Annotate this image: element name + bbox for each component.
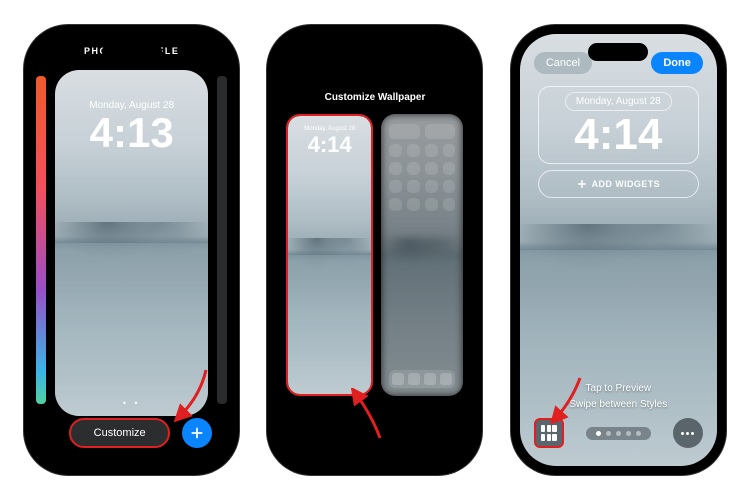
phone-mockup-3: Cancel Done Monday, August 28 4:14 ADD W… [511,25,726,475]
date-widget[interactable]: Monday, August 28 [565,92,672,111]
screen-2: Customize Wallpaper Monday, August 28 4:… [276,34,473,466]
lockscreen-time: 4:14 [288,134,371,156]
cancel-button[interactable]: Cancel [534,52,592,74]
time-widget[interactable]: 4:14 [547,113,690,157]
more-options-button[interactable] [673,418,703,448]
tap-to-preview-hint: Tap to Preview [520,383,717,394]
swipe-styles-hint: Swipe between Styles [520,399,717,410]
add-widgets-label: ADD WIDGETS [592,179,660,189]
customize-button[interactable]: Customize [69,418,170,448]
ellipsis-icon [681,432,694,435]
phone-mockup-2: Customize Wallpaper Monday, August 28 4:… [267,25,482,475]
lock-screen-panel[interactable]: Monday, August 28 4:14 Lock Screen [286,114,373,396]
clock-widget-area[interactable]: Monday, August 28 4:14 [538,86,699,164]
grid-icon [541,425,557,441]
add-wallpaper-button[interactable] [182,418,212,448]
phone-mockup-1: PHOTO SHUFFLE Monday, August 28 4:13 • •… [24,25,239,475]
done-button[interactable]: Done [651,52,703,74]
adjacent-wallpaper-right[interactable] [217,76,227,404]
dynamic-island [345,43,405,61]
photo-grid-button[interactable] [534,418,564,448]
plus-icon [577,179,587,189]
home-screen-panel[interactable]: Home Screen [381,114,464,396]
wallpaper-photo [288,116,371,394]
customize-panels: Monday, August 28 4:14 Lock Screen Home … [286,114,463,396]
style-page-indicator[interactable] [586,427,651,440]
add-widgets-button[interactable]: ADD WIDGETS [538,170,699,198]
page-indicator: • • [33,398,230,408]
lockscreen-time: 4:13 [55,112,208,154]
home-dock [389,370,456,388]
adjacent-wallpaper-left[interactable] [36,76,46,404]
wallpaper-card[interactable]: Monday, August 28 4:13 [55,70,208,416]
plus-icon [190,426,204,440]
dynamic-island [588,43,648,61]
editor-bottom-bar [534,418,703,448]
home-app-grid [389,124,456,211]
dynamic-island [102,43,162,61]
annotation-arrow-2 [348,388,388,442]
screen-1: PHOTO SHUFFLE Monday, August 28 4:13 • •… [33,34,230,466]
screen-3: Cancel Done Monday, August 28 4:14 ADD W… [520,34,717,466]
customize-wallpaper-title: Customize Wallpaper [276,92,473,103]
